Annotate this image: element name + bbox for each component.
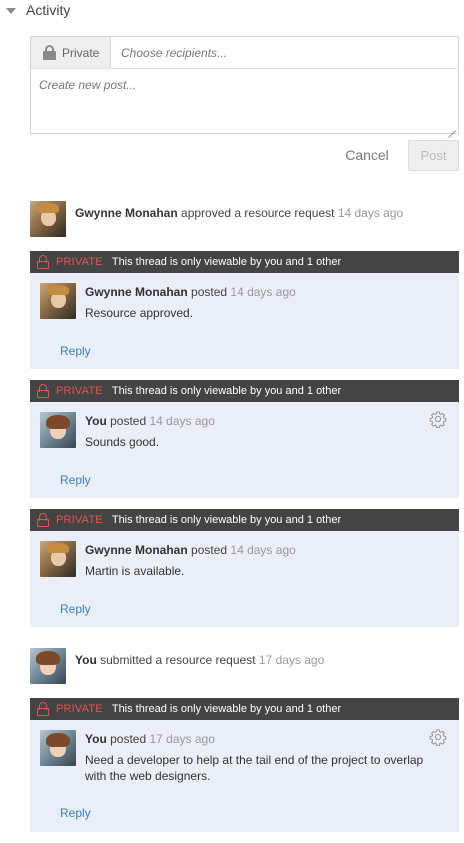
thread-post: You posted 14 days ago Sounds good. xyxy=(30,402,459,450)
avatar[interactable] xyxy=(40,283,76,319)
post-text: Martin is available. xyxy=(85,564,185,578)
private-thread-bar: PRIVATE This thread is only viewable by … xyxy=(30,698,459,720)
new-post-placeholder: Create new post... xyxy=(39,78,137,92)
post-time: 14 days ago xyxy=(149,414,215,428)
activity-time: 14 days ago xyxy=(337,206,404,220)
avatar[interactable] xyxy=(30,201,66,237)
private-thread-bar: PRIVATE This thread is only viewable by … xyxy=(30,380,459,402)
private-thread-bar: PRIVATE This thread is only viewable by … xyxy=(30,251,459,273)
private-thread: PRIVATE This thread is only viewable by … xyxy=(30,698,459,832)
post-button[interactable]: Post xyxy=(408,140,459,171)
resize-grip-icon[interactable] xyxy=(448,123,456,131)
activity-action: approved a resource request xyxy=(181,206,335,220)
reply-link[interactable]: Reply xyxy=(60,602,459,616)
avatar[interactable] xyxy=(30,648,66,684)
activity-time: 17 days ago xyxy=(258,653,325,667)
privacy-label: Private xyxy=(62,45,100,60)
post-text: Need a developer to help at the tail end… xyxy=(85,753,424,783)
activity-section-header[interactable]: Activity xyxy=(6,0,70,20)
lock-icon xyxy=(37,702,49,716)
private-thread-bar: PRIVATE This thread is only viewable by … xyxy=(30,509,459,531)
activity-action: submitted a resource request xyxy=(100,653,256,667)
thread-visibility-message: This thread is only viewable by you and … xyxy=(111,514,342,526)
post-author[interactable]: Gwynne Monahan xyxy=(85,285,188,299)
post-author[interactable]: You xyxy=(85,732,107,746)
private-thread: PRIVATE This thread is only viewable by … xyxy=(30,251,459,369)
thread-visibility-message: This thread is only viewable by you and … xyxy=(111,385,342,397)
post-composer: Private Choose recipients... Create new … xyxy=(30,36,459,134)
activity-actor[interactable]: Gwynne Monahan xyxy=(75,206,178,220)
reply-link[interactable]: Reply xyxy=(60,806,459,820)
lock-icon xyxy=(37,255,49,269)
private-tag: PRIVATE xyxy=(56,514,103,526)
private-tag: PRIVATE xyxy=(56,256,103,268)
thread-post: Gwynne Monahan posted 14 days ago Martin… xyxy=(30,531,459,579)
thread-visibility-message: This thread is only viewable by you and … xyxy=(111,256,342,268)
lock-icon xyxy=(43,45,56,60)
new-post-textarea[interactable]: Create new post... xyxy=(31,69,458,133)
post-verb: posted xyxy=(110,414,147,428)
thread-body: You posted 14 days ago Sounds good. Repl… xyxy=(30,402,459,498)
post-author[interactable]: You xyxy=(85,414,107,428)
activity-actor[interactable]: You xyxy=(75,653,97,667)
avatar[interactable] xyxy=(40,412,76,448)
post-verb: posted xyxy=(191,543,228,557)
private-thread: PRIVATE This thread is only viewable by … xyxy=(30,509,459,627)
thread-post: Gwynne Monahan posted 14 days ago Resour… xyxy=(30,273,459,321)
private-tag: PRIVATE xyxy=(56,703,103,715)
activity-item: Gwynne Monahan approved a resource reque… xyxy=(30,201,403,237)
thread-post: You posted 17 days ago Need a developer … xyxy=(30,720,459,784)
thread-body: Gwynne Monahan posted 14 days ago Resour… xyxy=(30,273,459,369)
post-verb: posted xyxy=(110,732,147,746)
reply-link[interactable]: Reply xyxy=(60,344,459,358)
activity-item: You submitted a resource request 17 days… xyxy=(30,648,324,684)
private-tag: PRIVATE xyxy=(56,385,103,397)
lock-icon xyxy=(37,513,49,527)
composer-header: Private Choose recipients... xyxy=(31,37,458,69)
post-verb: posted xyxy=(191,285,228,299)
lock-icon xyxy=(37,384,49,398)
privacy-toggle[interactable]: Private xyxy=(31,37,111,68)
activity-text: You submitted a resource request 17 days… xyxy=(75,648,324,667)
post-author[interactable]: Gwynne Monahan xyxy=(85,543,188,557)
post-time: 14 days ago xyxy=(230,543,296,557)
post-time: 14 days ago xyxy=(230,285,296,299)
thread-body: Gwynne Monahan posted 14 days ago Martin… xyxy=(30,531,459,627)
post-text: Resource approved. xyxy=(85,306,194,320)
reply-link[interactable]: Reply xyxy=(60,473,459,487)
cancel-button[interactable]: Cancel xyxy=(340,140,394,170)
avatar[interactable] xyxy=(40,541,76,577)
post-text: Sounds good. xyxy=(85,435,160,449)
caret-down-icon[interactable] xyxy=(6,7,16,14)
post-time: 17 days ago xyxy=(149,732,215,746)
section-title: Activity xyxy=(26,2,71,18)
thread-visibility-message: This thread is only viewable by you and … xyxy=(111,703,342,715)
activity-text: Gwynne Monahan approved a resource reque… xyxy=(75,201,403,220)
recipients-input[interactable]: Choose recipients... xyxy=(111,37,458,68)
thread-body: You posted 17 days ago Need a developer … xyxy=(30,720,459,832)
avatar[interactable] xyxy=(40,730,76,766)
private-thread: PRIVATE This thread is only viewable by … xyxy=(30,380,459,498)
